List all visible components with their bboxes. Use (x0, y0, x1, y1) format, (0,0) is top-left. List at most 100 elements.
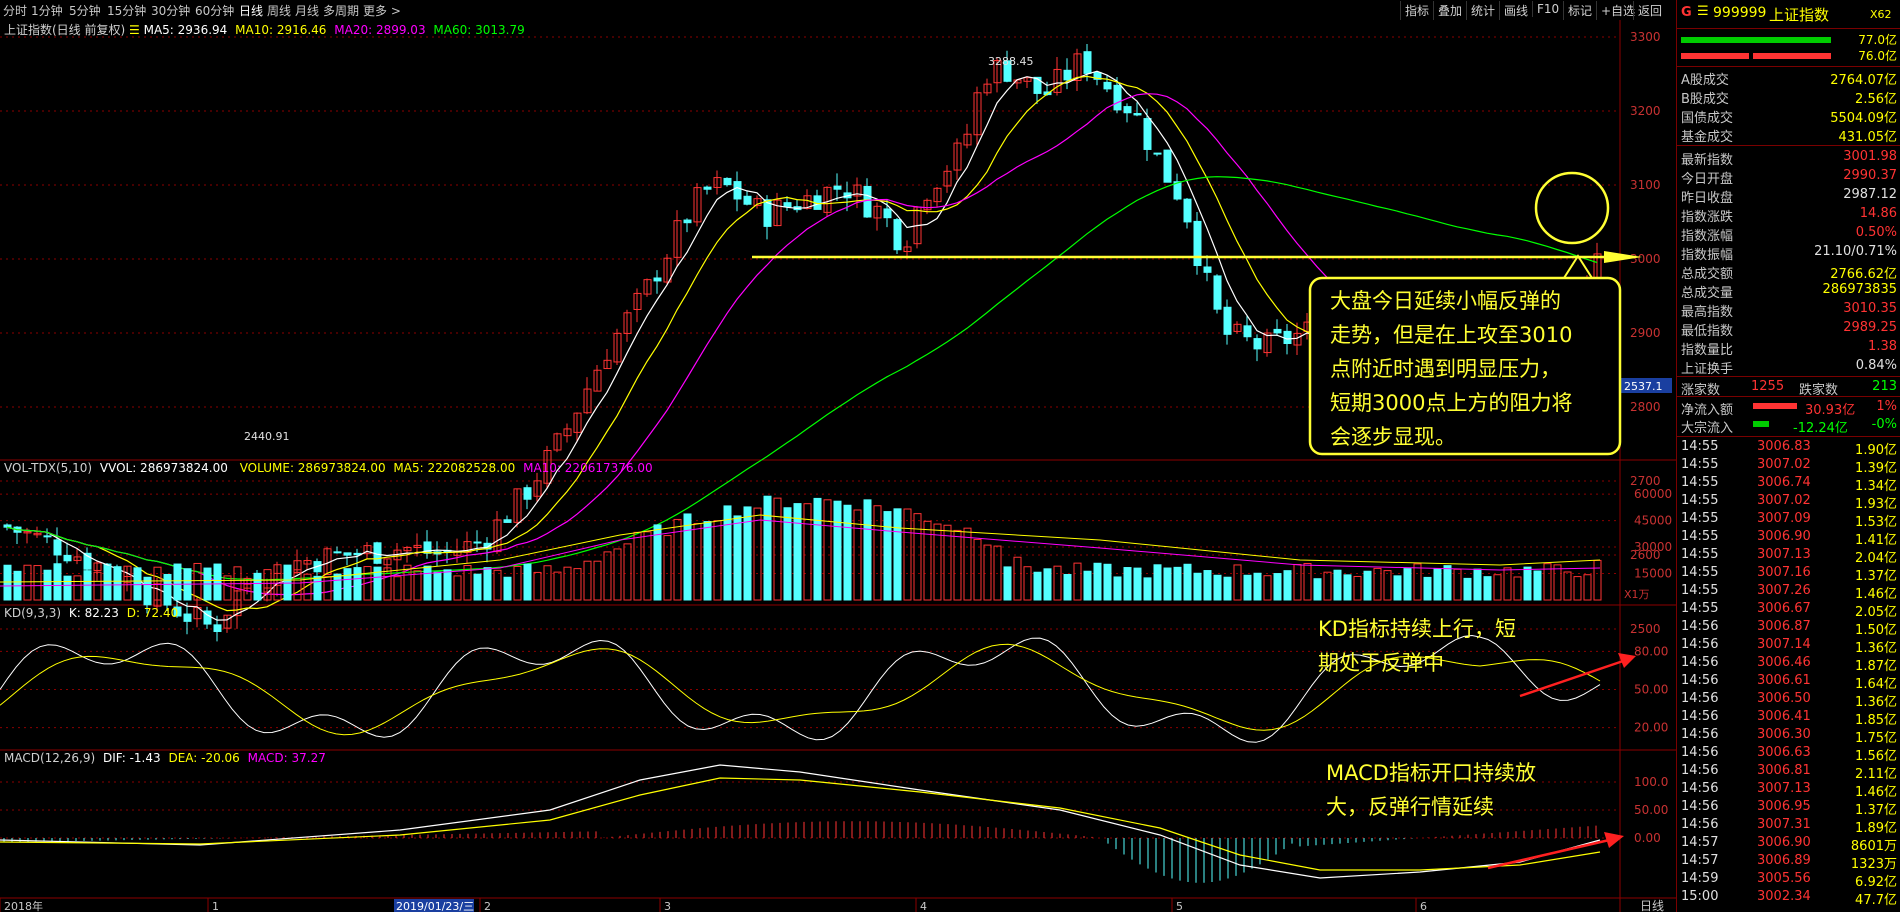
candle-body (1123, 106, 1132, 114)
volume-bar (1143, 577, 1152, 601)
candle-body (1083, 51, 1092, 74)
menu-icon[interactable]: ☰ (1697, 4, 1709, 19)
volume-bar (1593, 559, 1602, 601)
kd-header: KD(9,3,3) K: 82.23 D: 72.40 (4, 606, 178, 620)
tick-row: 14:57 3006.89 1323万 (1677, 852, 1900, 872)
period-tab[interactable]: 30分钟 (151, 2, 190, 19)
volume-bars (0, 495, 1602, 601)
toolbar-button[interactable]: 画线 (1499, 1, 1532, 20)
kd-annotation-text: KD指标持续上行，短 期处于反弹中 (1318, 612, 1516, 680)
turnover-label: 基金成交 (1681, 130, 1734, 145)
volume-bar (843, 504, 852, 601)
candle-body (1113, 84, 1122, 111)
candle-body (1253, 338, 1262, 350)
volume-bar (833, 500, 842, 601)
candle-body (723, 177, 732, 186)
candle-body (1283, 330, 1292, 344)
annotation-line: KD指标持续上行，短 (1318, 617, 1516, 641)
period-tab[interactable]: 5分钟 (69, 2, 101, 19)
volume-bar (1013, 556, 1022, 601)
period-tab[interactable]: 周线 (267, 2, 291, 19)
volume-bar (223, 575, 232, 601)
ma20-value: MA20: 2899.03 (334, 23, 426, 37)
period-tab[interactable]: 60分钟 (195, 2, 234, 19)
turnover-row: 国债成交 5504.09亿 (1679, 106, 1899, 126)
volume-bar (683, 513, 692, 601)
volume-bar (1503, 567, 1512, 601)
price-tick-label: 2900 (1630, 326, 1661, 340)
period-tab[interactable]: 15分钟 (107, 2, 146, 19)
volume-bar (413, 570, 422, 601)
volume-ma5-value: MA5: 222082528.00 (393, 461, 516, 475)
turnover-row: A股成交 2764.07亿 (1679, 68, 1899, 88)
period-tab[interactable]: 日线 (239, 2, 263, 19)
stat-row: 总成交量 286973835 (1679, 281, 1899, 301)
volume-bar (863, 499, 872, 601)
tick-row: 14:55 3007.02 1.93亿 (1677, 492, 1900, 512)
stat-row: 最新指数 3001.98 (1679, 148, 1899, 168)
period-tab[interactable]: 月线 (295, 2, 319, 19)
volume-indicator-name[interactable]: VOL-TDX(5,10) (4, 461, 92, 475)
toolbar-button[interactable]: 统计 (1466, 1, 1499, 20)
candle-body (1213, 275, 1222, 310)
tick-time: 14:55 (1681, 565, 1719, 580)
volume-bar (1523, 566, 1532, 601)
period-label: 日线 (1640, 899, 1664, 912)
macd-tick-label: 100.0 (1634, 775, 1668, 789)
turnover-value: 5504.09亿 (1830, 111, 1897, 126)
volume-bar (423, 565, 432, 601)
toolbar-button[interactable]: 叠加 (1433, 1, 1466, 20)
volume-tick-label: 60000 (1634, 487, 1672, 501)
volume-bar (393, 576, 402, 601)
candle-body (653, 277, 662, 282)
stat-value: 0.50% (1855, 225, 1897, 240)
tick-price: 3006.83 (1757, 439, 1811, 454)
price-tick-label: 2500 (1630, 622, 1661, 636)
volume-bar (1173, 566, 1182, 601)
period-tab[interactable]: 1分钟 (31, 2, 63, 19)
volume-bar (1083, 570, 1092, 601)
ma-settings-icon[interactable]: ☰ (129, 23, 140, 37)
tick-row: 14:55 3007.09 1.53亿 (1677, 510, 1900, 530)
stat-row: 昨日收盘 2987.12 (1679, 186, 1899, 206)
tick-row: 14:56 3006.87 1.50亿 (1677, 618, 1900, 638)
volume-bar (1563, 571, 1572, 601)
toolbar-button[interactable]: 返回 (1633, 1, 1666, 20)
tick-price: 3006.90 (1757, 835, 1811, 850)
period-tab[interactable]: 更多 > (363, 2, 401, 19)
period-tab[interactable]: 分时 (3, 2, 27, 19)
sell-volume-bar-1 (1681, 53, 1749, 59)
macd-indicator-name[interactable]: MACD(12,26,9) (4, 751, 95, 765)
volume-bar (1053, 565, 1062, 601)
candle-body (1273, 328, 1282, 334)
toolbar-button[interactable]: 标记 (1563, 1, 1596, 20)
volume-bar (803, 503, 812, 601)
candle-body (333, 551, 342, 554)
volume-bar (893, 508, 902, 601)
tick-time: 14:57 (1681, 853, 1719, 868)
volume-bar (653, 524, 662, 601)
stat-value: 2990.37 (1843, 168, 1897, 183)
volume-bar (453, 575, 462, 601)
toolbar-button[interactable]: F10 (1532, 1, 1563, 17)
volume-bar (1123, 567, 1132, 601)
period-tab[interactable]: 多周期 (323, 2, 359, 19)
high-price-label: 3288.45 (988, 55, 1034, 68)
candle-body (1063, 69, 1072, 81)
tick-price: 3006.30 (1757, 727, 1811, 742)
volume-tick-label: 30000 (1634, 540, 1672, 554)
tick-time: 14:55 (1681, 511, 1719, 526)
tick-price: 3007.09 (1757, 511, 1811, 526)
candle-body (343, 552, 352, 556)
turnover-label: B股成交 (1681, 92, 1729, 107)
toolbar-button[interactable]: 指标 (1400, 1, 1433, 20)
stat-label: 昨日收盘 (1681, 191, 1734, 206)
kd-indicator-name[interactable]: KD(9,3,3) (4, 606, 61, 620)
volume-bar (23, 564, 32, 601)
volume-bar (1303, 562, 1312, 601)
tick-row: 14:56 3007.31 1.89亿 (1677, 816, 1900, 836)
stat-row: 指数量比 1.38 (1679, 338, 1899, 358)
tick-time: 14:56 (1681, 637, 1719, 652)
volume-bar (523, 563, 532, 601)
stat-value: 1.38 (1868, 339, 1897, 354)
